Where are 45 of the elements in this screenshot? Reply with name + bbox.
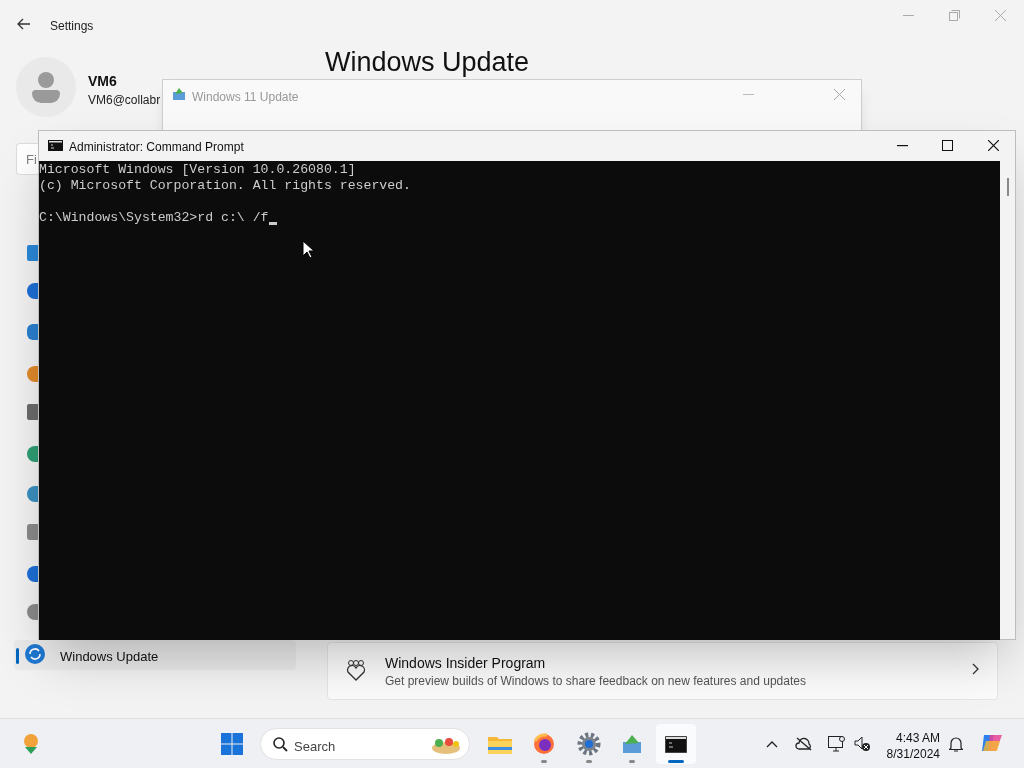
start-icon[interactable]	[221, 733, 243, 755]
text-cursor	[268, 222, 277, 225]
console-line: Microsoft Windows [Version 10.0.26080.1]	[39, 162, 356, 178]
sidebar-item[interactable]: Windows Update	[14, 640, 296, 670]
cloud-off-icon[interactable]	[795, 737, 813, 751]
chevron-right-icon	[972, 663, 979, 675]
restore-icon[interactable]	[949, 10, 960, 21]
console-line: (c) Microsoft Corporation. All rights reserved.	[39, 178, 411, 194]
search-field[interactable]: Fi	[16, 143, 38, 175]
console-line: C:\Windows\System32>rd c:\ /f	[39, 210, 269, 226]
close-icon[interactable]	[988, 140, 999, 151]
window-title: Administrator: Command Prompt	[69, 139, 244, 156]
folder-icon	[488, 734, 512, 754]
search-label: Search	[294, 738, 336, 756]
console-icon	[48, 140, 63, 151]
clock-time[interactable]: 4:43 AM	[884, 729, 940, 747]
monitor-icon[interactable]	[828, 736, 845, 752]
scrollbar-thumb[interactable]	[1007, 178, 1009, 196]
sync-icon	[25, 644, 45, 664]
card-title: Windows Insider Program	[385, 654, 546, 673]
back-icon[interactable]	[17, 18, 31, 30]
page-heading: Windows Update	[325, 47, 530, 79]
insider-card[interactable]: Windows Insider Program Get preview builds of Windows to share feedback on new features and updates	[327, 642, 998, 700]
search-box[interactable]: Search	[260, 728, 470, 760]
globe-icon	[533, 733, 555, 755]
app-icon	[172, 87, 186, 101]
search-icon	[273, 737, 288, 752]
console-icon	[665, 735, 687, 753]
app-icon	[622, 734, 642, 754]
bell-icon[interactable]	[949, 736, 963, 752]
minimize-icon[interactable]	[897, 145, 908, 147]
speaker-muted-icon[interactable]	[854, 736, 871, 752]
mouse-pointer-icon	[302, 240, 314, 259]
chevron-up-icon[interactable]	[766, 741, 778, 748]
taskbar-app[interactable]	[656, 724, 696, 764]
card-description: Get preview builds of Windows to share feedback on new features and updates	[385, 673, 806, 690]
clock-date[interactable]: 8/31/2024	[880, 745, 940, 763]
window-title: Settings	[50, 18, 94, 35]
sidebar-label: Windows Update	[60, 648, 159, 666]
settings-icon	[577, 732, 601, 756]
user-email: VM6@collabr	[88, 92, 161, 109]
window-title: Windows 11 Update	[192, 89, 299, 106]
maximize-icon[interactable]	[942, 140, 953, 151]
user-name: VM6	[88, 72, 117, 91]
hearts-icon	[345, 659, 367, 681]
